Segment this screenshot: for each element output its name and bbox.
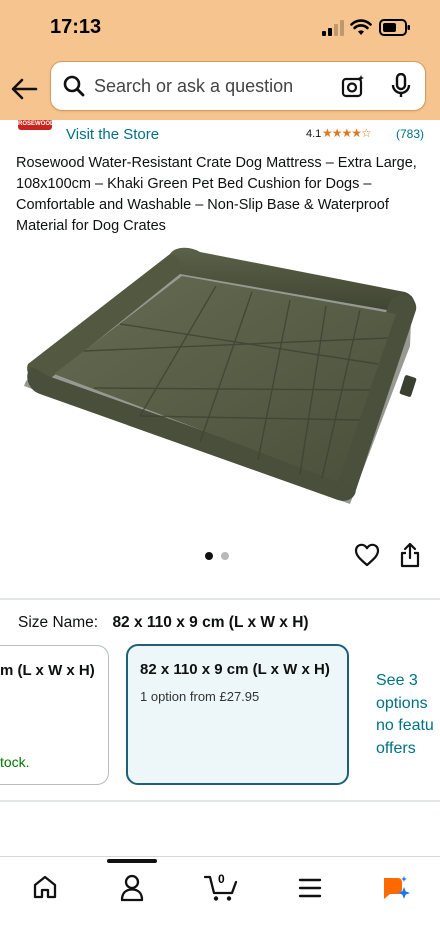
wifi-icon [350,19,372,35]
account-icon[interactable] [120,874,144,902]
size-option-title: m (L x W x H) [0,662,95,679]
cart-count-badge: 0 [218,872,225,886]
rating-value: 4.1 [306,128,322,140]
status-bar: 17:13 [0,0,440,58]
size-name-label: Size Name: [18,614,99,631]
size-option-card-selected[interactable]: 82 x 110 x 9 cm (L x W x H) 1 option fro… [126,644,349,785]
heart-icon[interactable] [354,543,380,567]
cellular-signal-icon [322,20,344,36]
review-count-link[interactable]: (783) [396,127,424,141]
battery-icon [379,19,410,36]
brand-logo: ROSEWOOD [18,120,52,130]
rating-stars-icon[interactable]: ★★★★☆ [322,126,372,140]
back-arrow-icon[interactable] [10,76,38,102]
microphone-icon[interactable] [391,73,411,99]
dog-bed-image[interactable] [20,246,420,508]
size-option-stock: tock. [0,754,30,770]
see-options-line: See 3 [376,672,418,689]
product-title: Rosewood Water-Resistant Crate Dog Mattr… [16,155,417,234]
size-option-card[interactable]: m (L x W x H) tock. [0,645,109,785]
camera-lens-icon[interactable] [341,74,365,98]
section-divider [0,800,440,802]
search-header: Search or ask a question [0,58,440,120]
image-carousel-dots[interactable] [205,552,245,562]
size-option-title: 82 x 110 x 9 cm (L x W x H) [140,661,330,678]
rufus-assistant-icon[interactable] [380,874,410,902]
share-icon[interactable] [399,542,421,568]
search-icon [63,75,85,97]
carousel-dot-active[interactable] [205,552,213,560]
see-options-line: options [376,694,428,712]
carousel-dot[interactable] [221,552,229,560]
size-selected-value: 82 x 110 x 9 cm (L x W x H) [112,614,309,631]
menu-icon[interactable] [297,876,323,900]
status-time: 17:13 [50,16,102,38]
visit-store-link[interactable]: Visit the Store [66,126,159,143]
see-options-line: no featu [376,717,434,734]
section-divider [0,598,440,600]
nav-active-indicator [107,859,157,863]
home-icon[interactable] [32,874,58,900]
search-input[interactable]: Search or ask a question [50,61,426,111]
search-placeholder: Search or ask a question [94,76,294,96]
see-options-link[interactable]: See 3 options no featu offers [376,670,440,760]
store-row: ROSEWOOD Visit the Store 4.1 ★★★★☆ (783) [0,120,440,150]
size-name-row: Size Name: 82 x 110 x 9 cm (L x W x H) [18,614,309,632]
see-options-line: offers [376,739,416,757]
size-option-price: 1 option from £27.95 [140,689,260,704]
bottom-nav: 0 [0,856,440,951]
